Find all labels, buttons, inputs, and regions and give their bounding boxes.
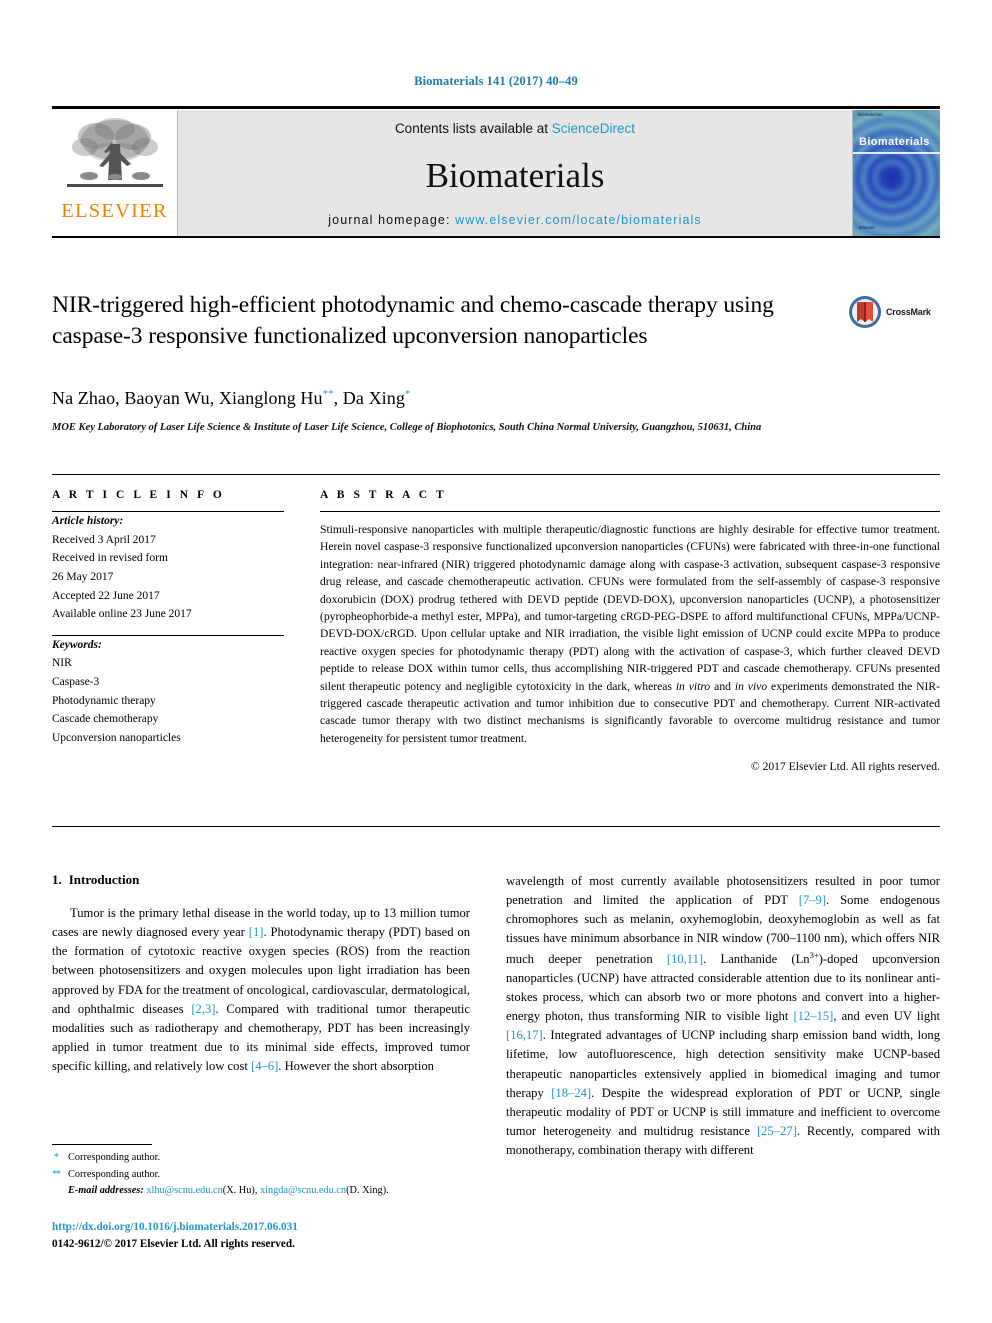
history-item: 26 May 2017 <box>52 570 114 583</box>
section-number: 1. <box>52 872 62 887</box>
body-column-right: wavelength of most currently available p… <box>506 872 940 1160</box>
article-info-heading: A R T I C L E I N F O <box>52 489 225 501</box>
double-asterisk-icon: ** <box>52 1168 61 1180</box>
abstract-bottom-rule <box>52 826 940 827</box>
article-history-label: Article history: <box>52 515 124 527</box>
footnote-block: * Corresponding author. ** Corresponding… <box>52 1150 470 1200</box>
elsevier-wordmark: ELSEVIER <box>61 200 168 222</box>
cover-top-label: Biomaterials <box>858 112 883 117</box>
keywords-block: Keywords: NIR Caspase-3 Photodynamic the… <box>52 636 284 748</box>
keyword-item: Upconversion nanoparticles <box>52 731 181 744</box>
masthead-top-rule <box>52 106 940 109</box>
info-section-top-rule <box>52 474 940 475</box>
cover-divider <box>853 152 940 154</box>
journal-homepage-line: journal homepage: www.elsevier.com/locat… <box>328 213 701 227</box>
cover-footer-label: Elsevier <box>859 225 876 231</box>
journal-cover-thumbnail: Biomaterials Biomaterials Elsevier <box>852 110 940 236</box>
page-title: NIR-triggered high-efficient photodynami… <box>52 292 774 350</box>
corresponding-author-text-2: Corresponding author. <box>68 1168 161 1180</box>
author-list: Na Zhao, Baoyan Wu, Xianglong Hu**, Da X… <box>52 388 411 408</box>
email-addresses-label: E-mail addresses: <box>68 1185 144 1197</box>
article-history-block: Article history: Received 3 April 2017 R… <box>52 512 284 624</box>
corresponding-author-line-2: ** Corresponding author. <box>52 1167 470 1184</box>
abstract-heading: A B S T R A C T <box>320 489 447 501</box>
email-link-xing[interactable]: xingda@scnu.edu.cn <box>260 1185 346 1196</box>
crossmark-label: CrossMark <box>886 307 931 317</box>
section-title: Introduction <box>68 872 140 887</box>
keywords-label: Keywords: <box>52 638 102 651</box>
contents-available-line: Contents lists available at ScienceDirec… <box>395 121 635 136</box>
masthead-bottom-rule <box>52 236 940 238</box>
keyword-item: Cascade chemotherapy <box>52 713 159 726</box>
issn-copyright-line: 0142-9612/© 2017 Elsevier Ltd. All right… <box>52 1238 295 1251</box>
corresponding-author-line-1: * Corresponding author. <box>52 1150 470 1167</box>
paper-page: Biomaterials 141 (2017) 40–49 ELSEVIER C… <box>0 0 992 1323</box>
abstract-copyright: © 2017 Elsevier Ltd. All rights reserved… <box>750 760 940 774</box>
elsevier-tree-icon <box>66 118 163 187</box>
cover-artwork <box>853 110 940 236</box>
intro-paragraph-left: Tumor is the primary lethal disease in t… <box>52 906 470 1074</box>
cover-title-text: Biomaterials <box>859 136 930 148</box>
abstract-rule <box>320 511 940 512</box>
keyword-item: Photodynamic therapy <box>52 694 156 707</box>
history-item: Accepted 22 June 2017 <box>52 589 160 602</box>
body-column-left: 1. Introduction Tumor is the primary leth… <box>52 872 470 1076</box>
sciencedirect-link[interactable]: ScienceDirect <box>552 121 635 136</box>
journal-masthead: ELSEVIER Contents lists available at Sci… <box>52 110 940 236</box>
doi-block: http://dx.doi.org/10.1016/j.biomaterials… <box>52 1219 482 1254</box>
masthead-center: Contents lists available at ScienceDirec… <box>178 110 852 236</box>
abstract-column: A B S T R A C T Stimuli-responsive nanop… <box>320 489 940 773</box>
running-head: Biomaterials 141 (2017) 40–49 <box>414 74 578 88</box>
email-addresses-line: E-mail addresses: xlhu@scnu.edu.cn(X. Hu… <box>68 1185 389 1197</box>
keyword-item: NIR <box>52 657 72 670</box>
homepage-label: journal homepage: <box>328 213 456 227</box>
history-item: Available online 23 June 2017 <box>52 608 192 621</box>
email-link-hu[interactable]: xlhu@scnu.edu.cn <box>146 1185 222 1196</box>
footnote-rule <box>52 1144 152 1145</box>
history-item: Received 3 April 2017 <box>52 533 156 546</box>
corresponding-author-text-1: Corresponding author. <box>68 1152 161 1163</box>
abstract-text: Stimuli-responsive nanoparticles with mu… <box>320 523 940 745</box>
journal-title: Biomaterials <box>425 156 605 195</box>
intro-paragraph-right: wavelength of most currently available p… <box>506 874 940 1158</box>
asterisk-icon: * <box>54 1152 59 1163</box>
contents-prefix: Contents lists available at <box>394 121 552 136</box>
email-name-xing: (D. Xing) <box>346 1185 387 1197</box>
crossmark-badge[interactable]: CrossMark <box>848 291 940 333</box>
history-item: Received in revised form <box>52 552 168 565</box>
section-heading-introduction: 1. Introduction <box>52 872 470 888</box>
homepage-url-link[interactable]: www.elsevier.com/locate/biomaterials <box>455 213 702 227</box>
email-name-hu: (X. Hu) <box>222 1185 255 1197</box>
elsevier-logo: ELSEVIER <box>52 110 178 236</box>
article-info-column: A R T I C L E I N F O Article history: R… <box>52 489 284 748</box>
crossmark-icon <box>849 296 881 328</box>
keyword-item: Caspase-3 <box>52 676 100 688</box>
author-affiliation: MOE Key Laboratory of Laser Life Science… <box>52 422 762 433</box>
doi-link[interactable]: http://dx.doi.org/10.1016/j.biomaterials… <box>52 1219 482 1236</box>
